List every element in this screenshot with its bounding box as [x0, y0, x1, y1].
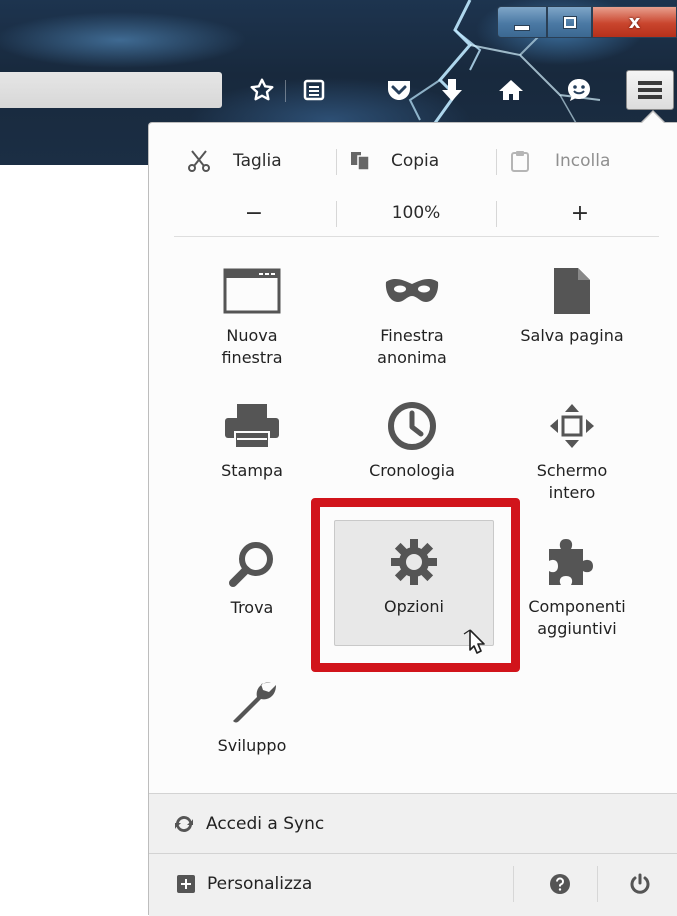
maximize-button[interactable]	[547, 6, 592, 38]
maximize-icon	[563, 16, 576, 28]
fullscreen-button[interactable]: Schermo intero	[492, 386, 652, 506]
zoom-divider	[174, 236, 659, 237]
zoom-level: 100%	[391, 203, 441, 223]
print-button[interactable]: Stampa	[172, 386, 332, 506]
zoom-separator	[496, 201, 497, 227]
new-window-icon	[223, 268, 281, 314]
highlight-annotation-frame	[311, 498, 520, 672]
wrench-icon	[233, 682, 276, 723]
clipboard-icon	[511, 151, 529, 172]
paste-label: Incolla	[555, 151, 611, 171]
history-label: Cronologia	[369, 461, 455, 480]
copy-label: Copia	[391, 151, 440, 171]
edit-separator	[336, 149, 337, 175]
addons-button[interactable]: Componenti aggiuntivi	[497, 522, 657, 642]
zoom-out-label: −	[244, 200, 264, 226]
developer-button[interactable]: Sviluppo	[172, 661, 332, 781]
save-page-label: Salva pagina	[520, 326, 624, 345]
find-button[interactable]: Trova	[172, 523, 332, 643]
minimize-icon	[515, 26, 529, 30]
sync-icon	[175, 816, 193, 832]
developer-label: Sviluppo	[217, 736, 287, 755]
history-clock-icon	[388, 402, 436, 450]
sync-row[interactable]: Accedi a Sync	[149, 793, 677, 853]
save-page-button[interactable]: Salva pagina	[492, 251, 652, 371]
copy-button[interactable]: Copia	[349, 141, 489, 181]
zoom-out-button[interactable]: −	[174, 193, 334, 233]
close-icon: x	[628, 11, 641, 33]
bookmark-star-icon[interactable]	[246, 74, 278, 106]
edit-separator	[496, 149, 497, 175]
new-window-button[interactable]: Nuova finestra	[172, 251, 332, 371]
private-window-button[interactable]: Finestra anonima	[332, 251, 492, 371]
print-icon	[225, 404, 279, 449]
help-button[interactable]	[545, 854, 575, 914]
customize-button[interactable]: Personalizza	[177, 854, 312, 914]
zoom-controls: − 100% +	[174, 193, 662, 233]
footer-separator	[513, 866, 514, 902]
customize-label: Personalizza	[207, 874, 313, 894]
cut-label: Taglia	[233, 151, 282, 171]
home-icon[interactable]	[495, 74, 527, 106]
history-button[interactable]: Cronologia	[332, 386, 492, 506]
sync-label: Accedi a Sync	[206, 814, 325, 834]
scissors-icon	[188, 150, 210, 172]
addons-label: Componenti aggiuntivi	[528, 597, 626, 638]
close-button[interactable]: x	[592, 6, 677, 38]
private-mask-icon	[385, 278, 439, 302]
zoom-separator	[336, 201, 337, 227]
customize-row: Personalizza	[149, 853, 677, 916]
pocket-icon[interactable]	[383, 74, 415, 106]
window-controls: x	[497, 6, 677, 38]
hello-chat-icon[interactable]	[563, 74, 595, 106]
paste-button[interactable]: Incolla	[509, 141, 659, 181]
copy-icon	[351, 152, 370, 171]
sync-button[interactable]: Accedi a Sync	[174, 794, 324, 854]
print-label: Stampa	[221, 461, 283, 480]
footer-separator	[597, 866, 598, 902]
edit-controls: Taglia Copia Incolla	[174, 141, 662, 181]
download-icon[interactable]	[436, 74, 468, 106]
open-menu-button[interactable]	[626, 70, 674, 110]
cut-button[interactable]: Taglia	[187, 141, 327, 181]
new-window-label: Nuova finestra	[221, 326, 283, 367]
menu-panel-arrow-fill	[641, 112, 665, 124]
reading-list-icon[interactable]	[298, 74, 330, 106]
toolbar-separator	[285, 80, 286, 102]
save-page-icon	[554, 268, 590, 314]
puzzle-addons-icon	[549, 539, 593, 585]
fullscreen-label: Schermo intero	[536, 461, 608, 502]
quit-button[interactable]	[625, 854, 655, 914]
find-label: Trova	[230, 598, 274, 617]
private-window-label: Finestra anonima	[377, 326, 447, 367]
zoom-reset-button[interactable]: 100%	[338, 193, 494, 233]
mouse-cursor-icon	[463, 629, 485, 654]
zoom-in-label: +	[570, 200, 590, 226]
plus-box-icon	[177, 875, 195, 893]
power-icon	[630, 873, 650, 894]
zoom-in-button[interactable]: +	[498, 193, 662, 233]
hamburger-menu-icon	[638, 81, 662, 99]
help-icon	[550, 874, 570, 894]
search-icon	[229, 542, 273, 587]
fullscreen-icon	[550, 404, 594, 448]
address-bar[interactable]	[0, 72, 222, 108]
minimize-button[interactable]	[497, 6, 547, 38]
